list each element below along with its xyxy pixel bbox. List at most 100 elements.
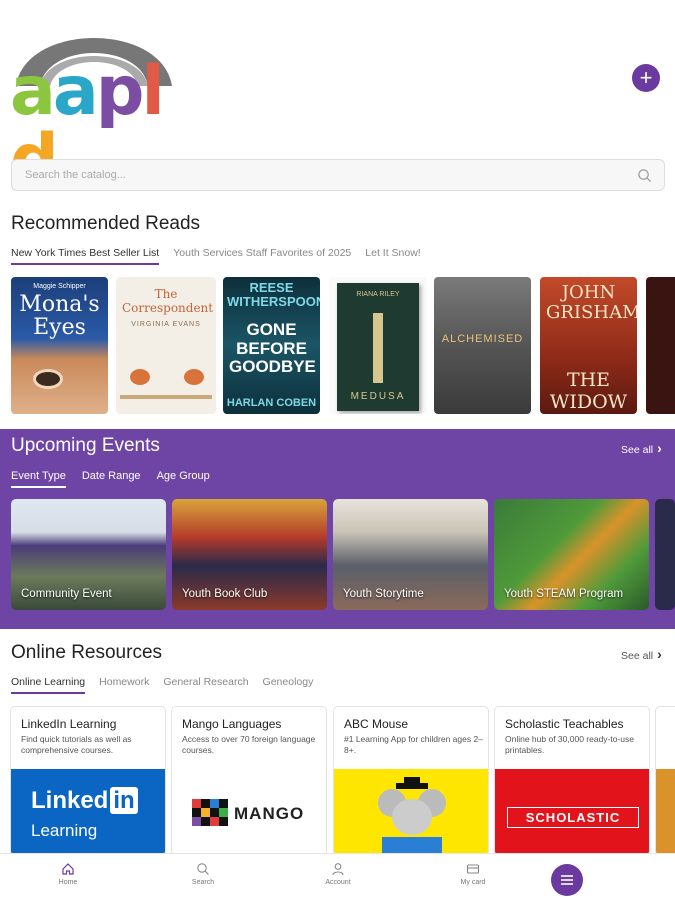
eye-illustration xyxy=(33,369,63,389)
event-card-community[interactable]: Community Event xyxy=(11,499,166,610)
menu-button[interactable] xyxy=(551,864,583,896)
event-card-partial[interactable] xyxy=(655,499,675,610)
events-see-all-link[interactable]: See all › xyxy=(621,440,662,456)
book-jacket: RIANA RILEY MEDUSA xyxy=(337,283,419,411)
event-card-label: Community Event xyxy=(21,588,112,600)
resource-title: LinkedIn Learning xyxy=(21,717,117,731)
events-tabs: Event Type Date Range Age Group xyxy=(11,470,210,488)
resource-description: #1 Learning App for children ages 2–8+. xyxy=(344,734,483,756)
book-cover-top: RIANA RILEY xyxy=(356,291,400,298)
logo-text: MANGO xyxy=(234,804,305,823)
resources-tabs: Online Learning Homework General Researc… xyxy=(11,676,313,694)
search-icon xyxy=(197,863,209,875)
search-input[interactable] xyxy=(12,160,612,190)
book-cover-author: VIRGINIA EVANS xyxy=(131,321,201,328)
branch-illustration xyxy=(120,395,212,399)
resource-image xyxy=(656,769,675,855)
logo-text: in xyxy=(110,787,138,814)
tab-nyt-best-seller[interactable]: New York Times Best Seller List xyxy=(11,247,160,265)
book-cover-title: The Correspondent xyxy=(122,287,214,316)
chevron-right-icon: › xyxy=(657,646,662,662)
mango-mark-icon xyxy=(192,799,228,826)
event-card-storytime[interactable]: Youth Storytime xyxy=(333,499,488,610)
library-logo[interactable]: aapld xyxy=(8,14,178,194)
book-cover[interactable]: ALCHEMISED xyxy=(434,277,531,414)
book-cover-title: MEDUSA xyxy=(350,391,406,402)
logo-text: Linked xyxy=(31,787,109,814)
event-card-label: Youth Book Club xyxy=(182,588,268,600)
book-cover[interactable]: Maggie Schipper Mona's Eyes xyxy=(11,277,108,414)
card-icon xyxy=(466,864,480,874)
scholastic-logo: SCHOLASTIC xyxy=(495,769,649,855)
event-card-label: Youth Storytime xyxy=(343,588,424,600)
resource-title: Mango Languages xyxy=(182,717,282,731)
bird-illustration xyxy=(184,369,204,385)
add-button[interactable]: + xyxy=(632,64,660,92)
resources-see-all-link[interactable]: See all › xyxy=(621,646,662,662)
book-cover[interactable]: JOHN GRISHAM THE WIDOW xyxy=(540,277,637,414)
tab-general-research[interactable]: General Research xyxy=(163,676,248,694)
header: aapld + xyxy=(0,0,675,194)
resource-card-linkedin[interactable]: LinkedIn Learning Find quick tutorials a… xyxy=(10,706,166,856)
nav-home[interactable]: Home xyxy=(33,862,103,886)
book-cover-top: Maggie Schipper xyxy=(33,283,86,290)
event-card-steam[interactable]: Youth STEAM Program xyxy=(494,499,649,610)
event-card-book-club[interactable]: Youth Book Club xyxy=(172,499,327,610)
logo-text: SCHOLASTIC xyxy=(507,807,639,828)
resource-description: Find quick tutorials as well as comprehe… xyxy=(21,734,132,756)
book-cover[interactable]: RIANA RILEY MEDUSA xyxy=(329,277,427,414)
book-cover-title: THE WIDOW xyxy=(549,369,628,413)
book-cover-title: Mona's Eyes xyxy=(19,292,100,341)
see-all-label: See all xyxy=(621,444,654,456)
book-carousel: Maggie Schipper Mona's Eyes The Correspo… xyxy=(11,277,675,417)
tab-geneology[interactable]: Geneology xyxy=(263,676,314,694)
see-all-label: See all xyxy=(621,650,654,662)
tab-event-type[interactable]: Event Type xyxy=(11,470,66,488)
nav-label: Home xyxy=(58,879,78,886)
event-card-label: Youth STEAM Program xyxy=(504,588,624,600)
resource-title: Scholastic Teachables xyxy=(505,717,624,731)
resource-card-scholastic[interactable]: Scholastic Teachables Online hub of 30,0… xyxy=(494,706,650,856)
resource-card-mango[interactable]: Mango Languages Access to over 70 foreig… xyxy=(171,706,327,856)
resource-card-abcmouse[interactable]: ABC Mouse #1 Learning App for children a… xyxy=(333,706,489,856)
logo-text: Learning xyxy=(31,821,98,840)
recommended-title: Recommended Reads xyxy=(11,213,201,234)
home-icon xyxy=(62,863,74,875)
mouse-icon xyxy=(378,777,446,855)
user-icon xyxy=(332,863,344,876)
tab-let-it-snow[interactable]: Let It Snow! xyxy=(365,247,420,265)
nav-label: Account xyxy=(325,879,351,886)
tab-date-range[interactable]: Date Range xyxy=(82,470,141,488)
bottom-navigation: Home Search Account My card xyxy=(0,853,675,900)
nav-label: My card xyxy=(460,879,486,886)
nav-search[interactable]: Search xyxy=(168,862,238,886)
book-cover-top: JOHN GRISHAM xyxy=(546,282,637,323)
catalog-search xyxy=(11,159,665,191)
resources-title: Online Resources xyxy=(11,642,163,663)
tab-homework[interactable]: Homework xyxy=(99,676,149,694)
book-cover[interactable] xyxy=(646,277,675,414)
nav-account[interactable]: Account xyxy=(303,862,373,886)
abcmouse-illustration xyxy=(334,769,488,855)
book-cover-top: REESE WITHERSPOON xyxy=(227,280,320,310)
tab-online-learning[interactable]: Online Learning xyxy=(11,676,86,694)
nav-my-card[interactable]: My card xyxy=(438,862,508,886)
book-cover[interactable]: The Correspondent VIRGINIA EVANS xyxy=(116,277,216,414)
book-cover[interactable]: REESE WITHERSPOON GONE BEFORE GOODBYE HA… xyxy=(223,277,320,414)
book-cover-title: ALCHEMISED xyxy=(441,333,524,345)
search-icon[interactable] xyxy=(637,168,652,183)
menu-icon xyxy=(561,875,573,885)
book-cover-author: HARLAN COBEN xyxy=(226,397,317,409)
chevron-right-icon: › xyxy=(657,440,662,456)
resource-title: ABC Mouse xyxy=(344,717,409,731)
nav-label: Search xyxy=(191,879,215,886)
mango-logo: MANGO xyxy=(172,769,326,855)
tab-staff-favorites[interactable]: Youth Services Staff Favorites of 2025 xyxy=(173,247,351,265)
resource-card-partial[interactable] xyxy=(655,706,675,856)
bird-illustration xyxy=(130,369,150,385)
tab-age-group[interactable]: Age Group xyxy=(157,470,210,488)
recommended-tabs: New York Times Best Seller List Youth Se… xyxy=(11,247,421,265)
events-title: Upcoming Events xyxy=(11,435,160,456)
resource-description: Access to over 70 foreign language cours… xyxy=(182,734,316,756)
book-cover-title: GONE BEFORE GOODBYE xyxy=(229,320,316,377)
